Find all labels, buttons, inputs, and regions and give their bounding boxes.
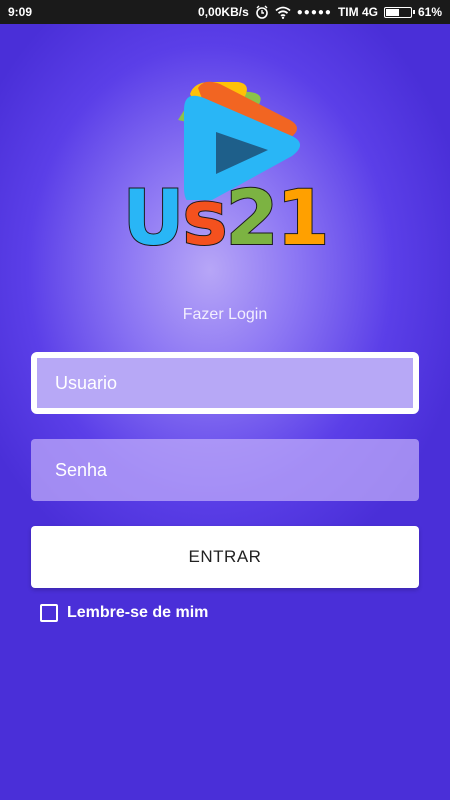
network-speed: 0,00KB/s [198,5,249,19]
login-button[interactable]: ENTRAR [31,526,419,588]
carrier: TIM 4G [337,5,378,19]
username-input[interactable] [37,358,413,408]
battery-percent: 61% [417,5,442,19]
status-bar: 9:09 0,00KB/s ●●●●● TIM 4G 61% [0,0,450,24]
logo-wordmark: Us21 [120,179,331,257]
password-input[interactable] [31,439,419,501]
logo-digit-1: 1 [275,173,330,262]
signal-icon: ●●●●● [296,6,332,18]
password-field-container [31,439,419,501]
battery-level [385,8,400,16]
clock: 9:09 [8,5,33,19]
remember-me-label: Lembre-se de mim [67,604,209,621]
logo-letter-s: s [181,173,228,262]
username-field-container [31,352,419,414]
alarm-icon [255,5,269,19]
logo-letter-u: U [122,173,186,262]
app-logo: Us21 [120,80,330,270]
login-title: Fazer Login [182,306,268,323]
logo-digit-2: 2 [225,173,280,262]
remember-me[interactable]: Lembre-se de mim [40,604,208,622]
remember-me-checkbox[interactable] [40,604,58,622]
battery-icon [383,6,415,18]
wifi-icon [275,6,291,19]
status-icons: 0,00KB/s ●●●●● TIM 4G 61% [198,5,442,19]
